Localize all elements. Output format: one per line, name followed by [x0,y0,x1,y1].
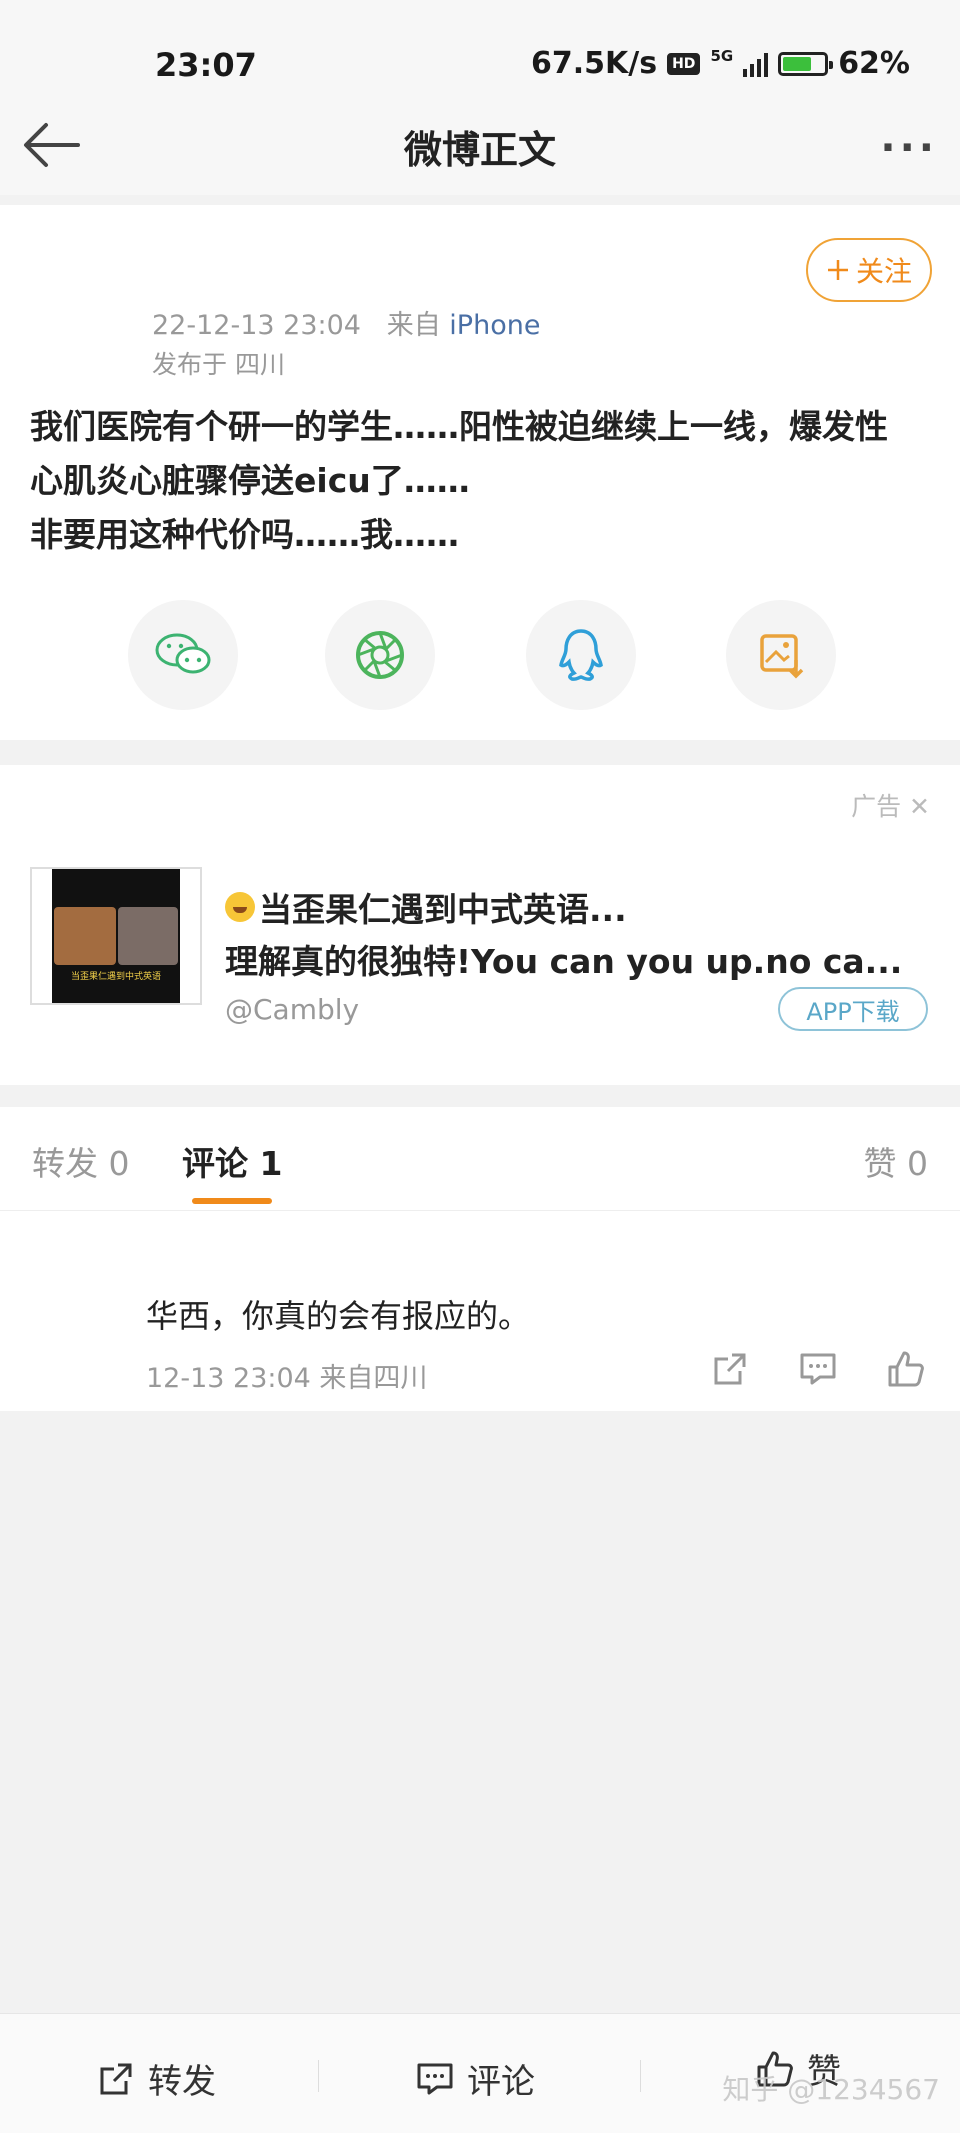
bottom-repost-button[interactable]: 转发 [96,2054,216,2103]
wechat-icon [155,633,211,674]
tab-repost[interactable]: 转发 0 [32,1137,130,1185]
post-timestamp: 22-12-13 23:04 [152,310,361,341]
net-speed: 67.5K/s [531,46,658,81]
tab-like[interactable]: 赞 0 [864,1137,929,1185]
ad-title[interactable]: 当歪果仁遇到中式英语... [225,883,627,931]
ad-handle: @Cambly [225,993,360,1026]
post-source[interactable]: iPhone [449,310,540,341]
battery-icon [778,51,834,76]
qq-icon [559,629,603,681]
share-row [0,600,960,720]
bottom-repost-label: 转发 [148,2062,216,2102]
interaction-tabs: 转发 0 评论 1 赞 0 [0,1107,960,1211]
tab-comment[interactable]: 评论 1 [182,1137,282,1185]
follow-button[interactable]: 关注 [806,238,932,302]
bottom-comment-label: 评论 [467,2062,535,2102]
page-title: 微博正文 [403,128,556,172]
more-button[interactable]: ··· [880,125,938,171]
post-text-line: 心肌炎心脏骤停送eicu了…… [30,461,470,500]
status-time: 23:07 [155,46,257,84]
save-image-button[interactable] [726,600,836,710]
comment-meta: 12-13 23:04 来自四川 [146,1363,428,1394]
ad-thumb-caption: 当歪果仁遇到中式英语 [70,972,161,982]
bottom-comment-button[interactable]: 评论 [415,2054,535,2103]
post-text: 我们医院有个研一的学生……阳性被迫继续上一线，爆发性 心肌炎心脏骤停送eicu了… [30,400,940,562]
moments-icon [356,631,404,679]
comment-item: 华西，你真的会有报应的。 12-13 23:04 来自四川 [0,1211,960,1411]
post-source-prefix: 来自 [386,310,441,341]
comment-icon[interactable] [798,1349,838,1389]
divider [318,2060,319,2092]
ad-subtitle[interactable]: 理解真的很独特!You can you up.no ca... [225,935,937,983]
active-tab-indicator [192,1198,272,1204]
person-image [54,907,116,965]
thumbs-up-icon[interactable] [886,1349,926,1389]
ad-thumbnail[interactable]: 当歪果仁遇到中式英语 [30,867,202,1005]
status-indicators: 67.5K/s HD 5G 62% [531,46,910,81]
signal-icon [743,51,769,77]
share-icon [100,2063,132,2094]
ad-video-frame: 当歪果仁遇到中式英语 [52,869,180,1003]
ad-label[interactable]: 广告 ✕ [851,787,930,823]
share-icon[interactable] [710,1349,750,1389]
hd-icon: HD [667,52,701,75]
follow-label: 关注 [855,255,912,288]
post-location: 发布于 四川 [152,350,285,379]
share-qq-button[interactable] [526,600,636,710]
watermark: 知乎 @1234567 [722,2073,940,2106]
post-time: 22-12-13 23:04 来自 iPhone [152,303,540,342]
ad-label-text: 广告 [851,792,902,821]
close-icon[interactable]: ✕ [909,792,930,821]
ad-title-text: 当歪果仁遇到中式英语... [259,890,627,929]
network-type: 5G [710,46,734,65]
battery-level: 62% [838,46,910,81]
post-card: 关注 22-12-13 23:04 来自 iPhone 发布于 四川 我们医院有… [0,205,960,740]
app-download-button[interactable]: APP下载 [778,987,928,1031]
grin-emoji-icon [225,892,255,922]
save-image-icon [760,634,804,679]
share-moments-button[interactable] [325,600,435,710]
divider [640,2060,641,2092]
comment-icon [417,2063,453,2094]
plus-icon [827,260,848,280]
post-text-line: 我们医院有个研一的学生……阳性被迫继续上一线，爆发性 [30,407,888,446]
ad-card[interactable]: 广告 ✕ 当歪果仁遇到中式英语 当歪果仁遇到中式英语... 理解真的很独特!Yo… [0,765,960,1085]
comment-text: 华西，你真的会有报应的。 [146,1297,531,1335]
post-text-line: 非要用这种代价吗……我…… [30,515,459,554]
person-image [118,907,178,965]
nav-bar: 微博正文 ··· [0,95,960,195]
share-wechat-button[interactable] [128,600,238,710]
